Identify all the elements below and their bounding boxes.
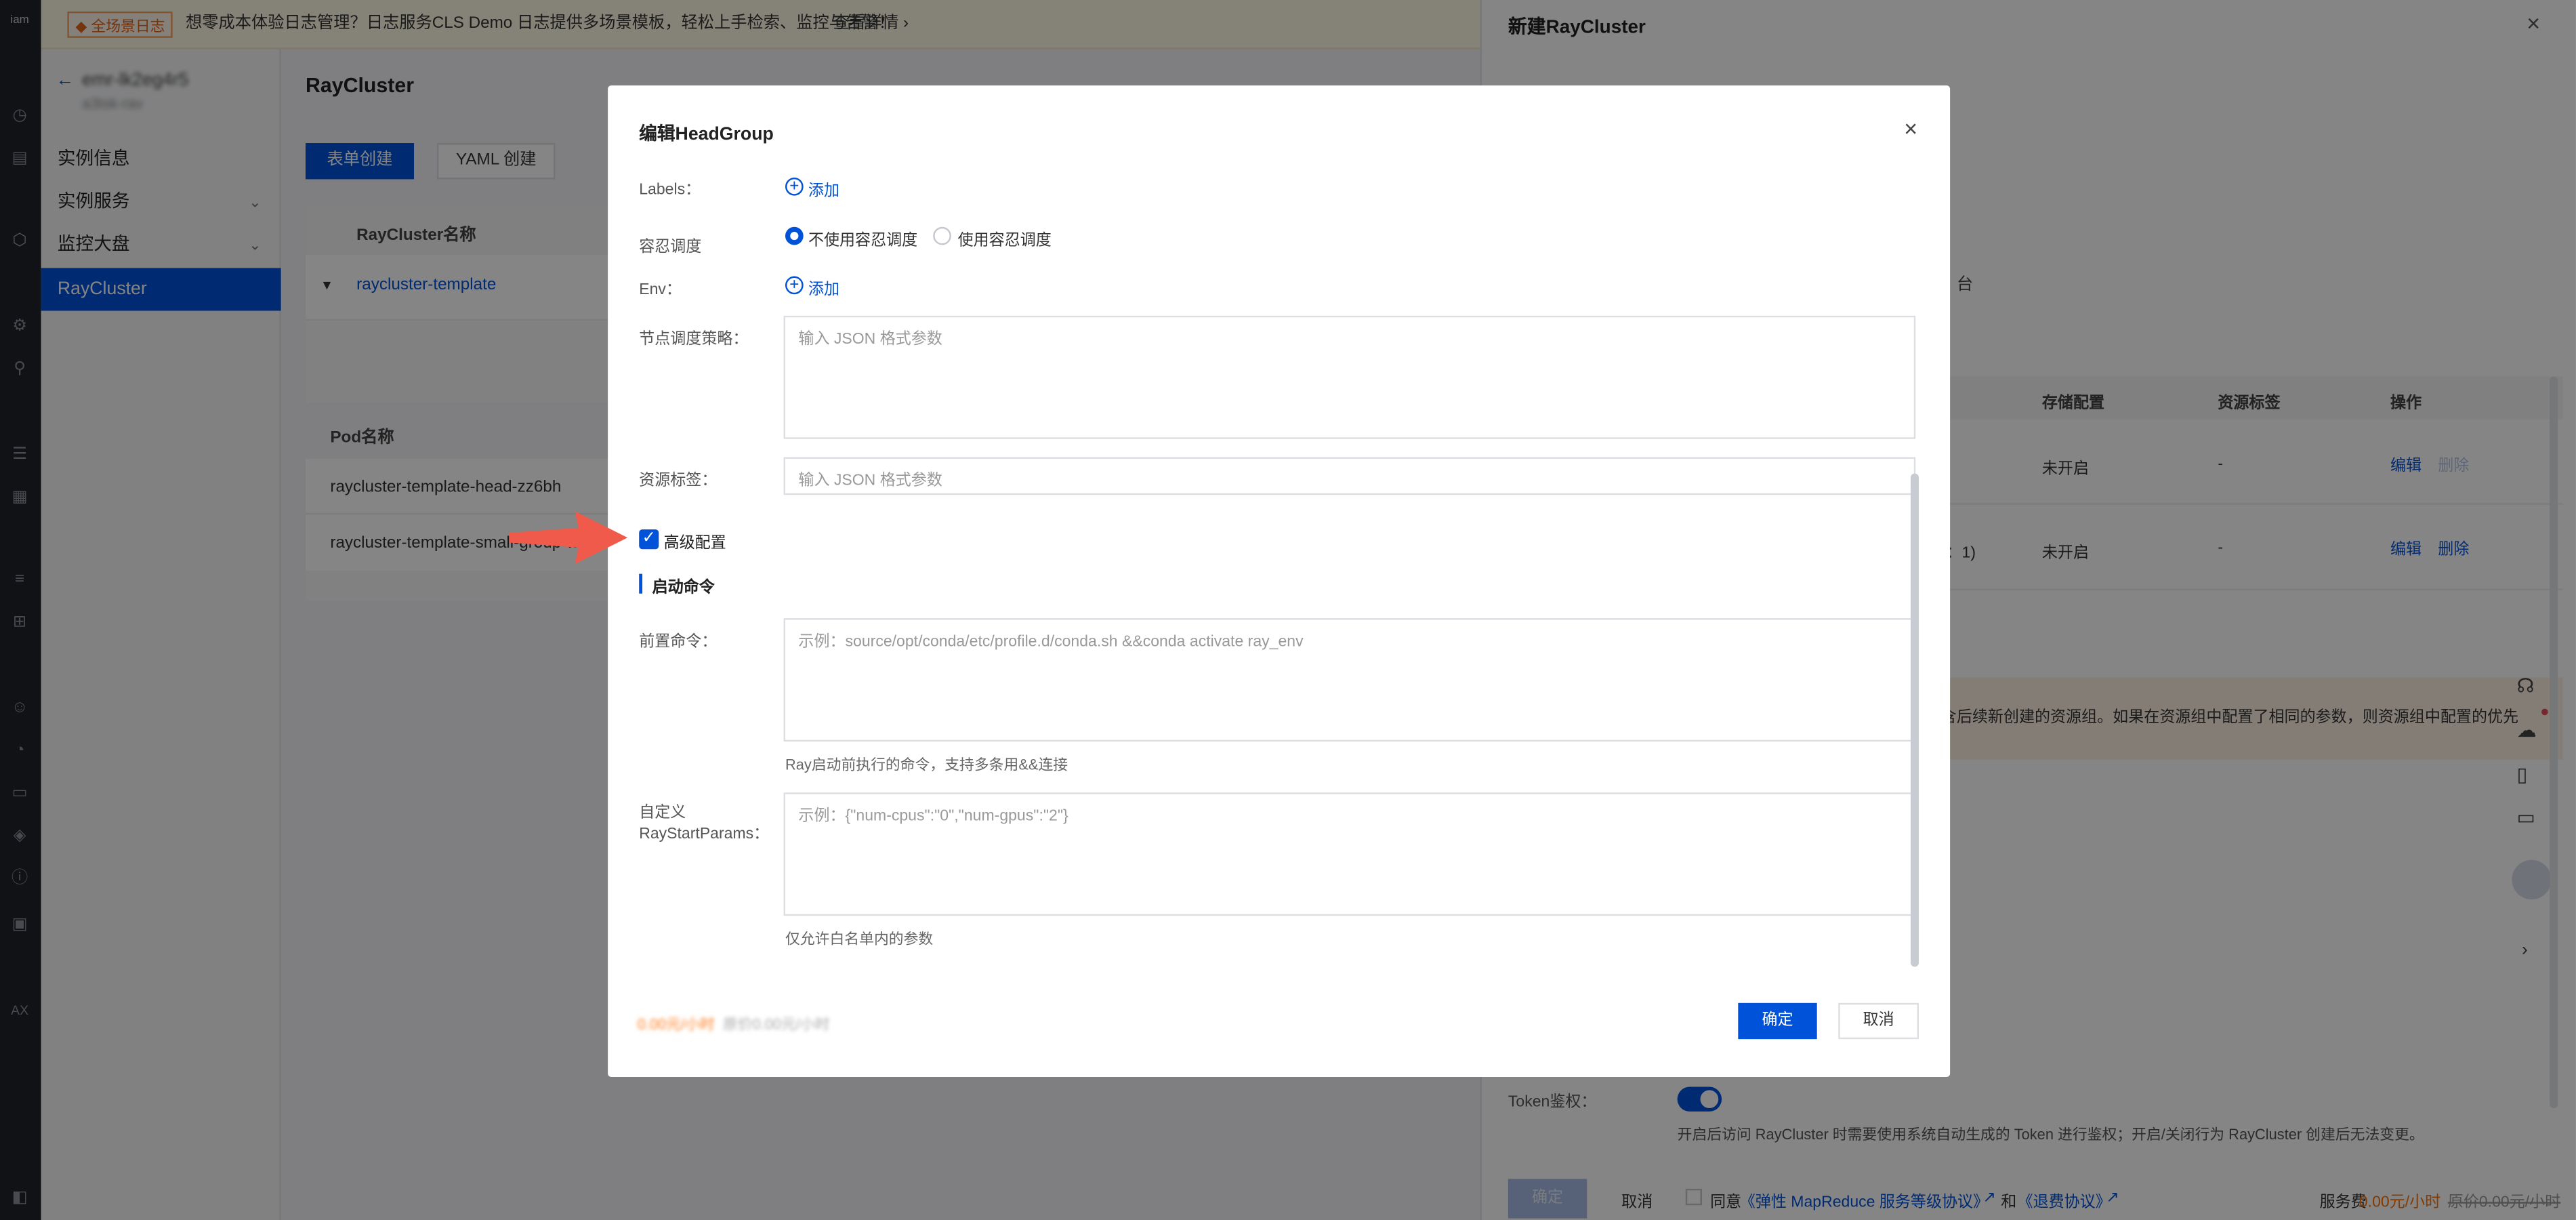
section-title: 启动命令 <box>652 578 715 597</box>
edit-headgroup-modal: 编辑HeadGroup × Labels： + 添加 容忍调度 不使用容忍调度 … <box>509 85 1951 1077</box>
radio-use-tolerance[interactable] <box>933 226 951 245</box>
env-label: Env： <box>639 281 682 300</box>
red-arrow-icon <box>509 511 628 565</box>
node-policy-label: 节点调度策略： <box>639 330 749 349</box>
modal-scrollbar[interactable] <box>1910 473 1919 967</box>
radio-label: 使用容忍调度 <box>957 232 1052 250</box>
tolerance-label: 容忍调度 <box>639 238 702 257</box>
plus-circle-icon[interactable]: + <box>785 276 804 295</box>
node-policy-textarea[interactable]: 输入 JSON 格式参数 <box>783 315 1916 439</box>
precmd-label: 前置命令： <box>639 632 718 651</box>
precmd-textarea[interactable]: 示例：source/opt/conda/etc/profile.d/conda.… <box>783 618 1916 742</box>
radio-label: 不使用容忍调度 <box>808 232 918 250</box>
plus-circle-icon[interactable]: + <box>785 177 804 196</box>
precmd-help: Ray启动前执行的命令，支持多条用&&连接 <box>785 756 1068 773</box>
resource-tag-input[interactable]: 输入 JSON 格式参数 <box>783 457 1916 495</box>
advanced-checkbox[interactable]: ✓ <box>639 529 659 550</box>
env-add-button[interactable]: 添加 <box>808 277 839 300</box>
radio-no-tolerance[interactable] <box>785 226 804 245</box>
modal-fee-original: 原价0.00元/小时 <box>722 1016 830 1033</box>
modal-title: 编辑HeadGroup <box>639 125 774 145</box>
close-icon[interactable]: × <box>1904 115 1917 142</box>
custom-params-label: 自定义 RayStartParams： <box>639 804 770 844</box>
resource-tag-label: 资源标签： <box>639 472 718 490</box>
custom-params-textarea[interactable]: 示例：{"num-cpus":"0","num-gpus":"2"} <box>783 792 1916 916</box>
confirm-button[interactable]: 确定 <box>1738 1002 1817 1040</box>
cancel-button[interactable]: 取消 <box>1838 1002 1919 1040</box>
labels-label: Labels： <box>639 180 701 199</box>
custom-params-help: 仅允许白名单内的参数 <box>785 931 934 948</box>
advanced-label: 高级配置 <box>663 534 726 553</box>
labels-add-button[interactable]: 添加 <box>808 178 839 201</box>
section-marker <box>639 573 643 594</box>
modal-fee-value: 0.00元/小时 <box>637 1016 715 1033</box>
